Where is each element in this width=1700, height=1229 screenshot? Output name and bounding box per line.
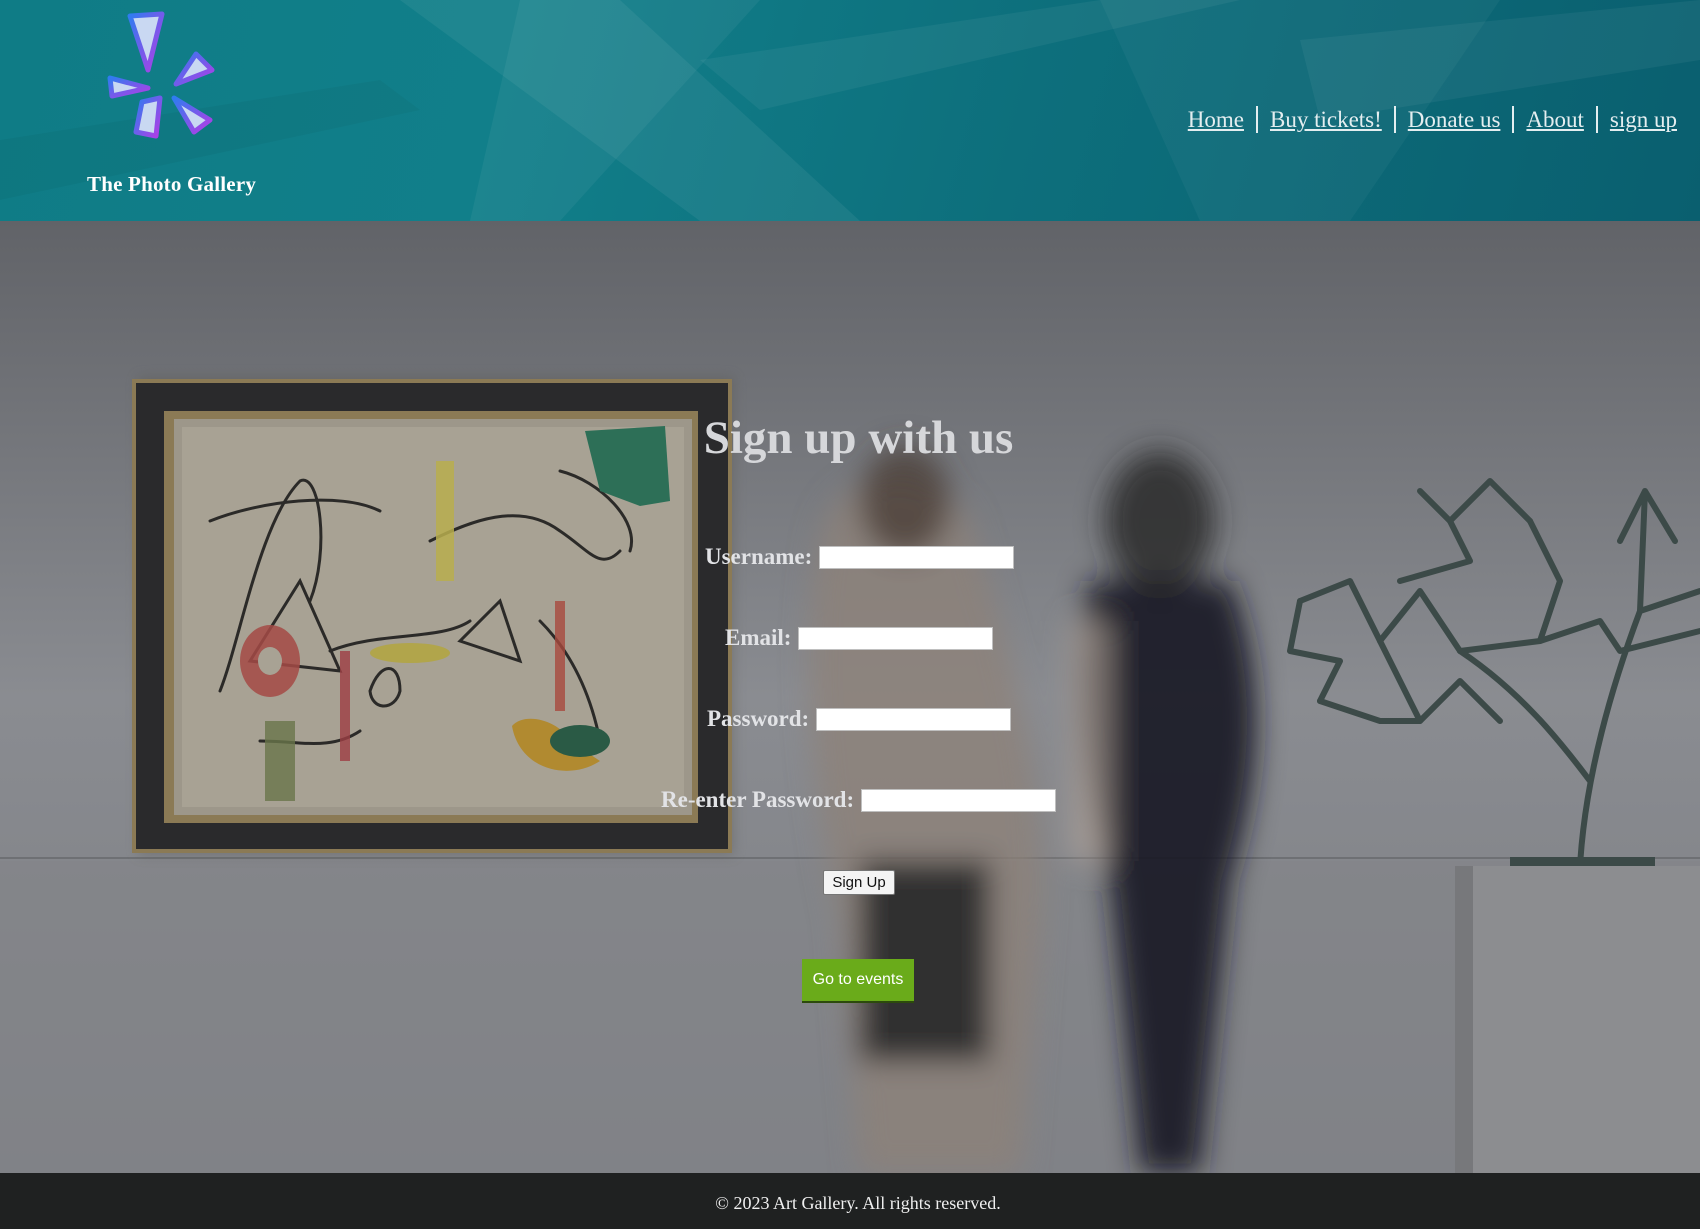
go-to-events-button[interactable]: Go to events [802,959,914,1003]
nav-about-link[interactable]: About [1526,107,1584,133]
gallery-background-image [0,221,1700,1173]
sign-up-button[interactable]: Sign Up [823,870,895,895]
reenter-password-input[interactable] [861,788,1057,812]
signup-heading: Sign up with us [703,412,1014,464]
main-navigation: Home Buy tickets! Donate us About sign u… [1188,106,1677,133]
pinwheel-logo-icon[interactable] [100,8,220,143]
username-input[interactable] [819,545,1015,569]
reenter-password-row: Re-enter Password: [661,787,1057,813]
username-row: Username: [705,544,1015,570]
site-header: The Photo Gallery Home Buy tickets! Dona… [0,0,1700,221]
nav-donate-link[interactable]: Donate us [1408,107,1501,133]
password-row: Password: [707,706,1012,732]
email-input[interactable] [798,626,994,650]
nav-sign-up-link[interactable]: sign up [1610,107,1677,133]
password-input[interactable] [816,707,1012,731]
email-label: Email: [725,625,792,650]
username-label: Username: [705,544,813,569]
password-label: Password: [707,706,810,731]
email-row: Email: [725,625,994,651]
reenter-password-label: Re-enter Password: [661,787,855,812]
site-title: The Photo Gallery [87,172,257,196]
nav-separator [1255,106,1258,133]
nav-buy-tickets-link[interactable]: Buy tickets! [1270,107,1382,133]
nav-separator [1512,106,1515,133]
nav-separator [1595,106,1598,133]
site-footer: © 2023 Art Gallery. All rights reserved. [0,1173,1700,1229]
nav-home-link[interactable]: Home [1188,107,1244,133]
copyright-text: © 2023 Art Gallery. All rights reserved. [715,1193,1001,1213]
nav-separator [1393,106,1396,133]
